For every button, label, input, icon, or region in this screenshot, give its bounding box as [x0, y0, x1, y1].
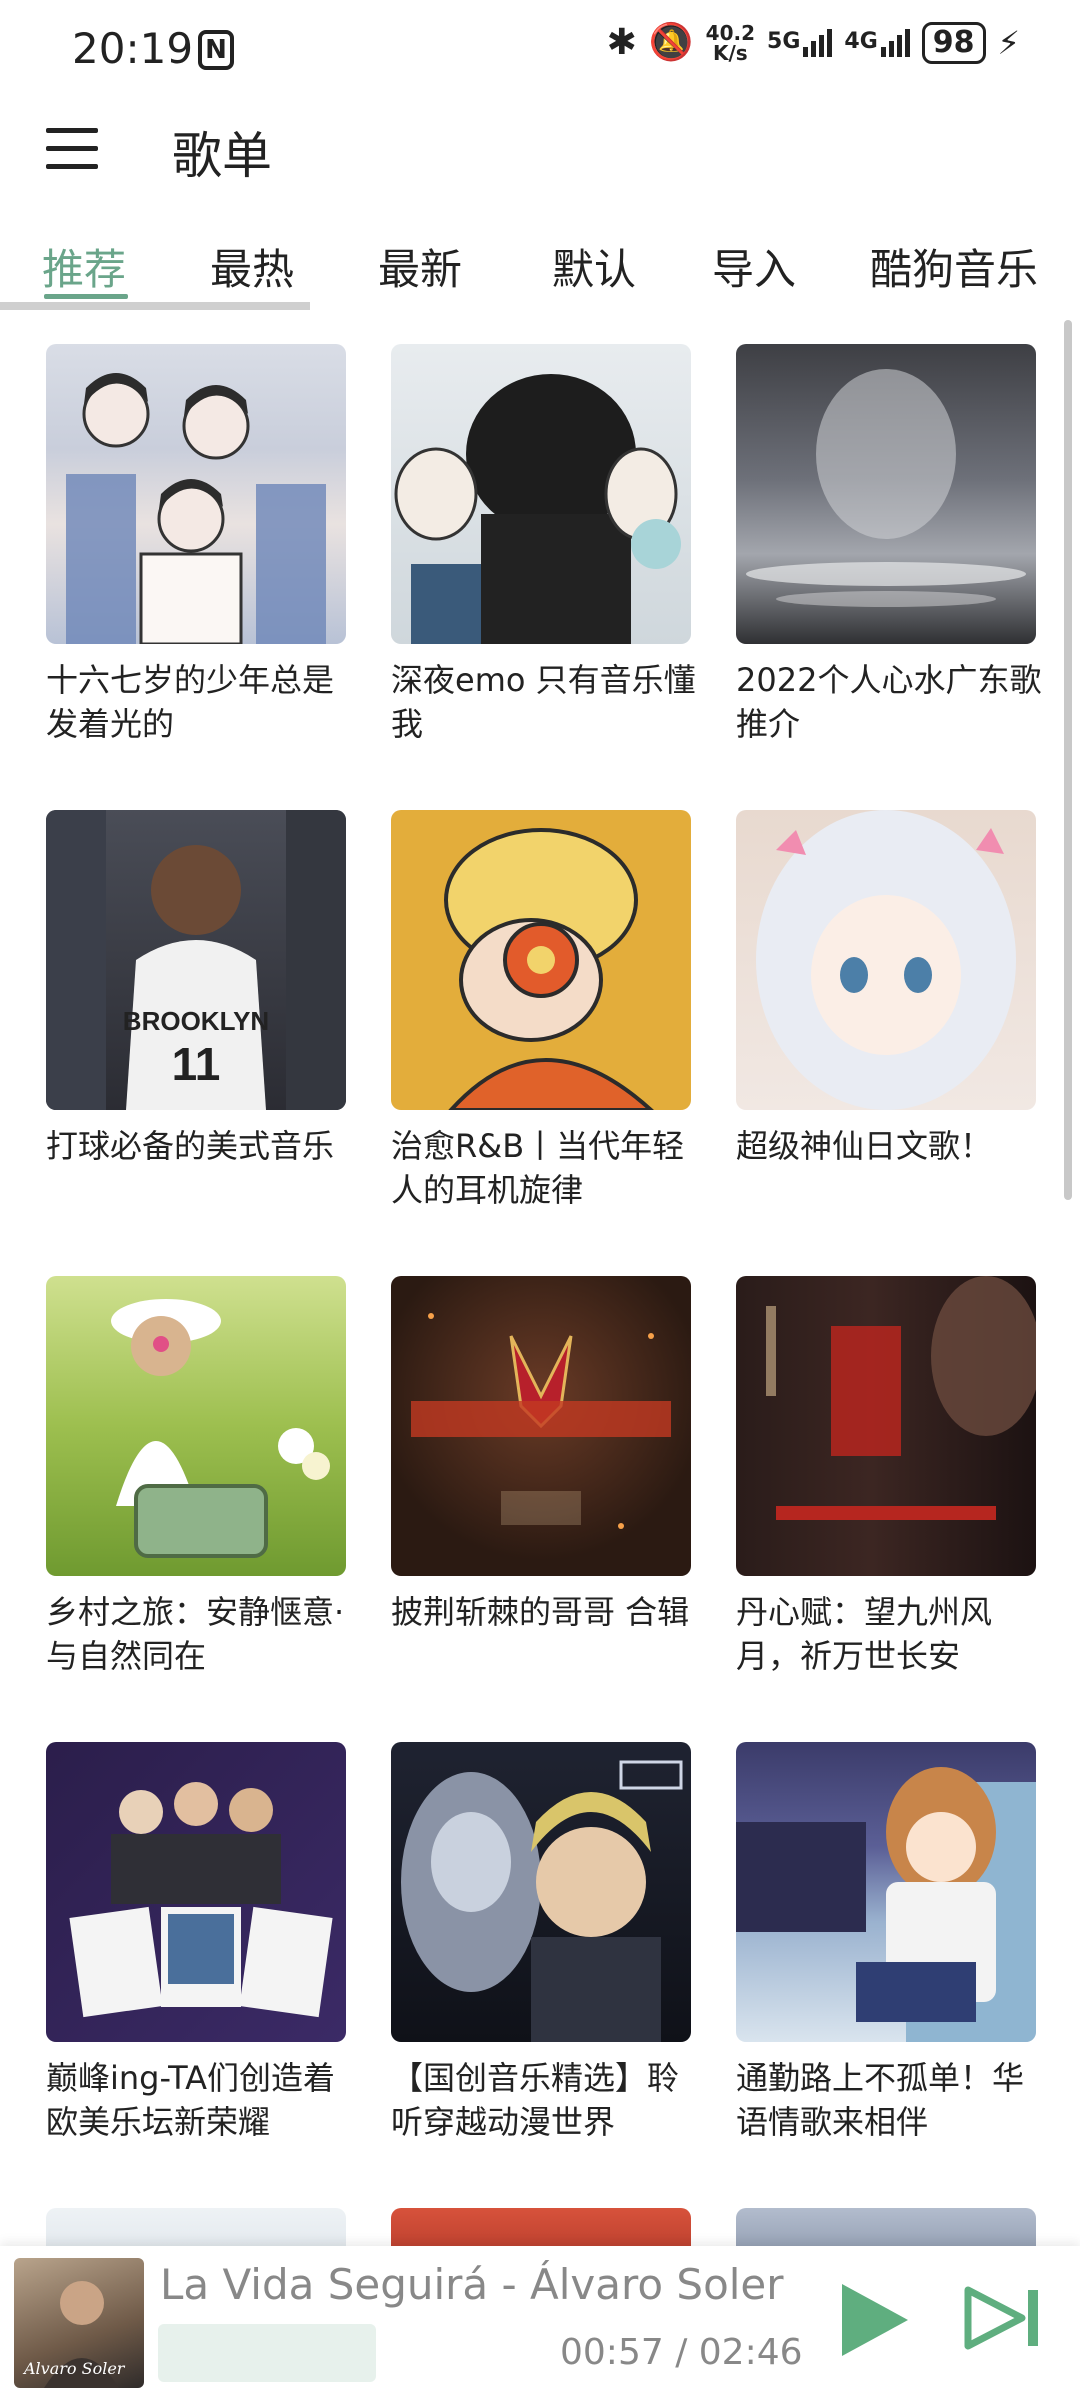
playlist-card[interactable]: 通勤路上不孤单！华语情歌来相伴 — [736, 1742, 1036, 2144]
svg-text:BROOKLYN: BROOKLYN — [123, 1006, 269, 1036]
tab-import[interactable]: 导入 — [712, 236, 796, 297]
tab-newest[interactable]: 最新 — [378, 236, 462, 297]
playlist-title: 巅峰ing-TA们创造着欧美乐坛新荣耀 — [46, 2059, 336, 2141]
menu-icon[interactable] — [46, 128, 98, 170]
playlist-title: 丹心赋：望九州风月，祈万世长安 — [736, 1593, 993, 1675]
playlist-card[interactable]: 披荆斩棘的哥哥 合辑 — [391, 1276, 691, 1634]
playlist-card[interactable]: BROOKLYN 11 打球必备的美式音乐 — [46, 810, 346, 1168]
playlist-title: 2022个人心水广东歌推介 — [736, 661, 1042, 743]
playlist-cover[interactable] — [391, 1742, 691, 2042]
playlist-card[interactable]: 深夜emo 只有音乐懂我 — [391, 344, 696, 746]
svg-text:Alvaro Soler: Alvaro Soler — [22, 2359, 126, 2378]
status-bar: 20:19 N ✱ 🔕 40.2 K/s 5G 4G 98 ⚡ — [0, 0, 1080, 100]
status-icons: ✱ 🔕 40.2 K/s 5G 4G 98 ⚡ — [607, 22, 1020, 64]
playlist-card[interactable]: 丹心赋：望九州风月，祈万世长安 — [736, 1276, 1036, 1678]
playlist-cover[interactable] — [391, 1276, 691, 1576]
network-speed-unit: K/s — [712, 41, 748, 65]
playlist-cover[interactable]: BROOKLYN 11 — [46, 810, 346, 1110]
tab-recommend[interactable]: 推荐 — [42, 236, 126, 297]
skip-next-icon[interactable] — [964, 2286, 1044, 2350]
playlist-cover[interactable] — [391, 810, 691, 1110]
playlist-cover[interactable] — [736, 1276, 1036, 1576]
playlist-title: 深夜emo 只有音乐懂我 — [391, 661, 696, 743]
playlist-title: 十六七岁的少年总是发着光的 — [46, 661, 335, 743]
signal-5g-icon: 5G — [767, 29, 833, 57]
playlist-cover[interactable] — [391, 344, 691, 644]
playlist-card[interactable]: 治愈R&B丨当代年轻人的耳机旋律 — [391, 810, 691, 1212]
now-playing-title[interactable]: La Vida Seguirá - Álvaro Soler — [160, 2260, 784, 2309]
playlist-card[interactable]: 【国创音乐精选】聆听穿越动漫世界 — [391, 1742, 691, 2144]
playlist-cover[interactable] — [46, 1276, 346, 1576]
status-time: 20:19 — [72, 24, 194, 73]
network-speed-value: 40.2 — [705, 21, 756, 45]
battery-indicator: 98 — [921, 22, 986, 64]
playback-time: 00:57 / 02:46 — [560, 2332, 803, 2373]
mini-player[interactable]: Alvaro Soler La Vida Seguirá - Álvaro So… — [0, 2246, 1080, 2400]
scrollbar[interactable] — [1064, 320, 1072, 1200]
active-tab-indicator — [44, 294, 128, 299]
charging-icon: ⚡ — [997, 24, 1020, 62]
signal-5g-label: 5G — [767, 29, 801, 54]
signal-4g-icon: 4G — [844, 29, 910, 57]
playlist-title: 打球必备的美式音乐 — [46, 1127, 335, 1165]
playlist-title: 披荆斩棘的哥哥 合辑 — [391, 1593, 690, 1631]
nfc-icon: N — [198, 30, 234, 70]
mute-bell-icon: 🔕 — [648, 22, 694, 63]
app-header: 歌单 — [0, 110, 1080, 190]
playlist-title: 乡村之旅：安静惬意·与自然同在 — [46, 1593, 345, 1675]
network-speed: 40.2 K/s — [706, 23, 755, 63]
playlist-cover[interactable] — [736, 344, 1036, 644]
playlist-cover[interactable] — [736, 810, 1036, 1110]
playlist-title: 治愈R&B丨当代年轻人的耳机旋律 — [391, 1127, 685, 1209]
tab-kugou-music[interactable]: 酷狗音乐 — [870, 236, 1038, 297]
playlist-card[interactable]: 超级神仙日文歌！ — [736, 810, 1036, 1168]
playlist-cover[interactable] — [46, 1742, 346, 2042]
progress-indicator — [158, 2324, 376, 2382]
tab-default[interactable]: 默认 — [552, 236, 636, 297]
playlist-title: 超级神仙日文歌！ — [736, 1127, 993, 1165]
playlist-screen: 20:19 N ✱ 🔕 40.2 K/s 5G 4G 98 ⚡ 歌单 推荐 最热… — [0, 0, 1080, 2400]
playlist-card[interactable]: 十六七岁的少年总是发着光的 — [46, 344, 346, 746]
play-icon[interactable] — [836, 2280, 912, 2360]
page-title: 歌单 — [172, 127, 272, 185]
playlist-cover[interactable] — [736, 1742, 1036, 2042]
album-art[interactable]: Alvaro Soler — [14, 2258, 144, 2388]
signal-4g-label: 4G — [844, 29, 878, 54]
playlist-title: 【国创音乐精选】聆听穿越动漫世界 — [391, 2059, 680, 2141]
playlist-card[interactable]: 2022个人心水广东歌推介 — [736, 344, 1041, 746]
playlist-title: 通勤路上不孤单！华语情歌来相伴 — [736, 2059, 1025, 2141]
playlist-card[interactable]: 乡村之旅：安静惬意·与自然同在 — [46, 1276, 346, 1678]
bluetooth-icon: ✱ — [606, 22, 637, 63]
svg-text:11: 11 — [172, 1038, 221, 1090]
playlist-card[interactable]: 巅峰ing-TA们创造着欧美乐坛新荣耀 — [46, 1742, 346, 2144]
tab-scroll-track — [0, 302, 310, 310]
playlist-cover[interactable] — [46, 344, 346, 644]
tab-hottest[interactable]: 最热 — [210, 236, 294, 297]
